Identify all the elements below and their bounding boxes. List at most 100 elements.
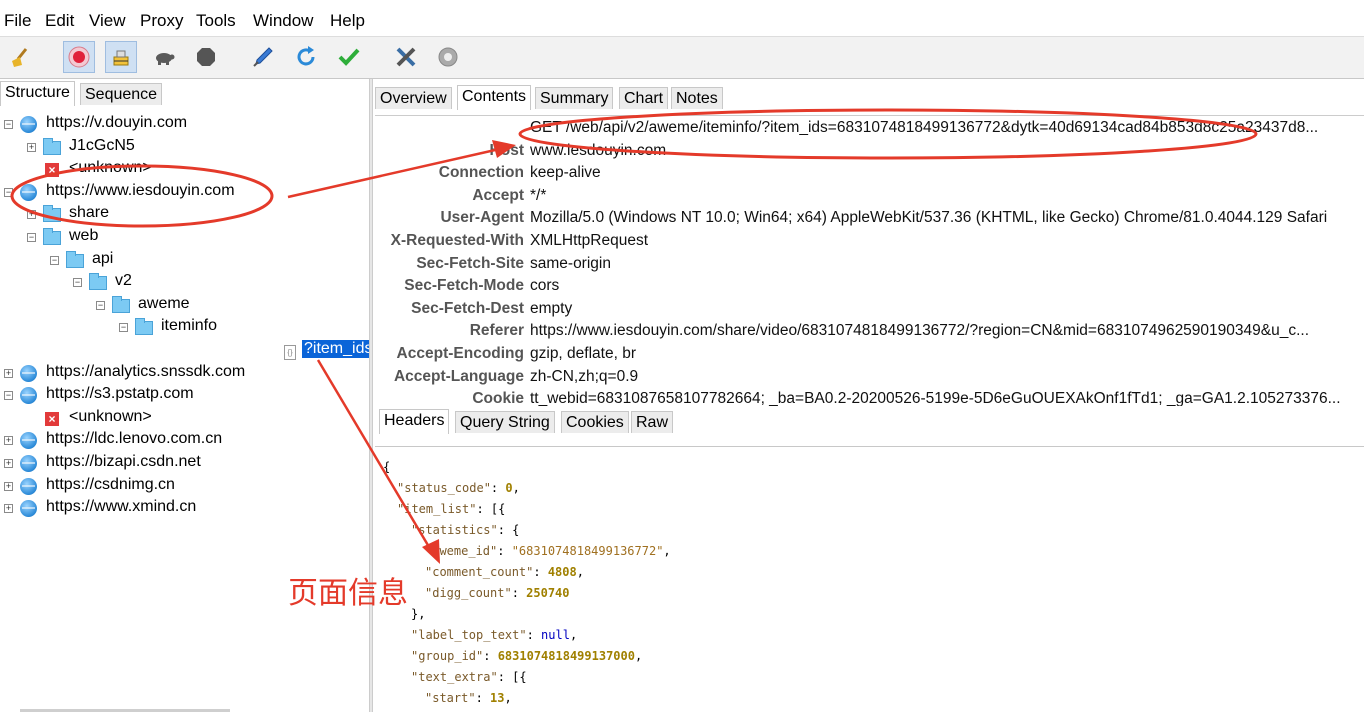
- json-value: 13: [490, 691, 505, 705]
- json-punct: :: [533, 565, 548, 579]
- expand-icon[interactable]: +: [4, 481, 13, 491]
- header-row[interactable]: Accept-Language zh-CN,zh;q=0.9: [375, 368, 1364, 390]
- header-row[interactable]: Host www.iesdouyin.com: [375, 142, 1364, 164]
- collapse-icon[interactable]: −: [50, 255, 59, 265]
- json-key: "aweme_id": [425, 544, 498, 558]
- json-punct: {: [383, 460, 391, 474]
- throttle-icon[interactable]: [105, 41, 137, 73]
- menu-view[interactable]: View: [89, 11, 126, 31]
- header-row[interactable]: Cookie tt_webid=6831087658107782664; _ba=…: [375, 390, 1364, 406]
- response-json-viewer[interactable]: {"status_code": 0, "item_list": [{"statis…: [375, 446, 1364, 713]
- header-row[interactable]: Sec-Fetch-Dest empty: [375, 300, 1364, 322]
- tree-node-label: iteminfo: [161, 317, 218, 335]
- tree-node-label: https://www.iesdouyin.com: [46, 181, 235, 199]
- header-row[interactable]: Referer https://www.iesdouyin.com/share/v…: [375, 322, 1364, 344]
- json-line: "comment_count": 4808,: [425, 562, 584, 582]
- tab-cookies[interactable]: Cookies: [561, 411, 629, 433]
- file-icon: {}: [284, 345, 296, 360]
- tab-structure[interactable]: Structure: [0, 81, 75, 106]
- menu-proxy[interactable]: Proxy: [140, 11, 183, 31]
- stop-icon[interactable]: [190, 41, 222, 73]
- json-punct: :: [490, 481, 506, 495]
- tab-summary[interactable]: Summary: [535, 87, 614, 109]
- header-row[interactable]: Accept */*: [375, 187, 1364, 209]
- header-name: Sec-Fetch-Mode: [404, 277, 524, 295]
- header-value: tt_webid=6831087658107782664; _ba=BA0.2-…: [530, 390, 1341, 406]
- collapse-icon[interactable]: −: [4, 187, 13, 197]
- json-key: "item_list": [397, 502, 477, 516]
- json-line: "statistics": {: [411, 520, 519, 540]
- json-punct: ,: [663, 544, 671, 558]
- globe-icon: [20, 432, 37, 450]
- repeat-icon[interactable]: [290, 41, 322, 73]
- header-value: www.iesdouyin.com: [530, 141, 667, 159]
- settings-icon[interactable]: [432, 41, 464, 73]
- header-value: empty: [530, 299, 573, 317]
- tools-icon[interactable]: [390, 41, 422, 73]
- tree-node-label: aweme: [138, 294, 190, 312]
- folder-icon: [43, 137, 61, 155]
- collapse-icon[interactable]: −: [96, 300, 105, 310]
- collapse-icon[interactable]: −: [4, 120, 13, 129]
- json-key: "start": [425, 691, 476, 705]
- json-punct: },: [411, 607, 426, 621]
- menu-window[interactable]: Window: [253, 11, 313, 31]
- folder-icon: [112, 295, 130, 313]
- tab-chart[interactable]: Chart: [619, 87, 669, 109]
- collapse-icon[interactable]: −: [4, 391, 13, 401]
- json-line: {: [383, 457, 390, 477]
- validate-icon[interactable]: [333, 41, 365, 73]
- tab-sequence[interactable]: Sequence: [80, 83, 163, 105]
- tab-raw[interactable]: Raw: [631, 411, 674, 433]
- json-line: "group_id": 6831074818499137000,: [411, 646, 642, 666]
- header-row[interactable]: Sec-Fetch-Site same-origin: [375, 255, 1364, 277]
- json-key: "group_id": [411, 649, 484, 663]
- json-line: "item_list": [{: [397, 499, 505, 519]
- header-row[interactable]: Accept-Encoding gzip, deflate, br: [375, 345, 1364, 367]
- json-punct: : [{: [497, 670, 527, 684]
- collapse-icon[interactable]: −: [27, 233, 36, 242]
- header-row[interactable]: Sec-Fetch-Mode cors: [375, 277, 1364, 299]
- turtle-icon[interactable]: [148, 41, 180, 73]
- json-punct: ,: [576, 565, 584, 579]
- expand-icon[interactable]: +: [4, 504, 13, 514]
- header-value: Mozilla/5.0 (Windows NT 10.0; Win64; x64…: [530, 209, 1328, 227]
- menu-tools[interactable]: Tools: [196, 11, 236, 31]
- header-value: XMLHttpRequest: [530, 232, 649, 249]
- structure-tree: − https://v.douyin.com + J1cGcN5 × <unknown> −…: [0, 113, 371, 703]
- header-name: Referer: [469, 322, 524, 340]
- json-line: "start": 13,: [425, 688, 512, 708]
- menu-file[interactable]: File: [4, 11, 31, 31]
- tab-overview[interactable]: Overview: [375, 87, 452, 109]
- header-row[interactable]: Connection keep-alive: [375, 164, 1364, 186]
- tab-contents[interactable]: Contents: [457, 85, 532, 110]
- collapse-icon[interactable]: −: [119, 323, 128, 333]
- header-row[interactable]: GET /web/api/v2/aweme/iteminfo/?item_ids…: [375, 119, 1364, 141]
- header-value: GET /web/api/v2/aweme/iteminfo/?item_ids…: [530, 119, 1319, 136]
- tab-headers[interactable]: Headers: [379, 409, 450, 434]
- expand-icon[interactable]: +: [27, 142, 36, 152]
- header-name: X-Requested-With: [390, 232, 524, 249]
- pen-icon[interactable]: [247, 41, 279, 73]
- json-value: 4808: [547, 565, 577, 579]
- tree-node-label: <unknown>: [69, 159, 152, 177]
- menu-help[interactable]: Help: [330, 11, 365, 31]
- tree-node-label: v2: [115, 272, 132, 290]
- header-row[interactable]: X-Requested-With XMLHttpRequest: [375, 232, 1364, 254]
- header-value: same-origin: [530, 254, 611, 272]
- record-icon[interactable]: [63, 41, 95, 73]
- detail-pane: Overview Contents Summary Chart Notes GE…: [373, 79, 1364, 712]
- header-row[interactable]: User-Agent Mozilla/5.0 (Windows NT 10.0; …: [375, 209, 1364, 231]
- menu-edit[interactable]: Edit: [45, 11, 74, 31]
- tab-query-string[interactable]: Query String: [455, 411, 555, 433]
- collapse-icon[interactable]: −: [73, 278, 82, 288]
- expand-icon[interactable]: +: [4, 368, 13, 378]
- expand-icon[interactable]: +: [27, 210, 36, 220]
- expand-icon[interactable]: +: [4, 436, 13, 446]
- tree-node-label: share: [69, 204, 110, 222]
- folder-icon: [135, 318, 153, 336]
- expand-icon[interactable]: +: [4, 459, 13, 468]
- tab-notes[interactable]: Notes: [671, 87, 723, 109]
- json-key: "label_top_text": [411, 628, 527, 642]
- broom-icon[interactable]: [4, 41, 36, 73]
